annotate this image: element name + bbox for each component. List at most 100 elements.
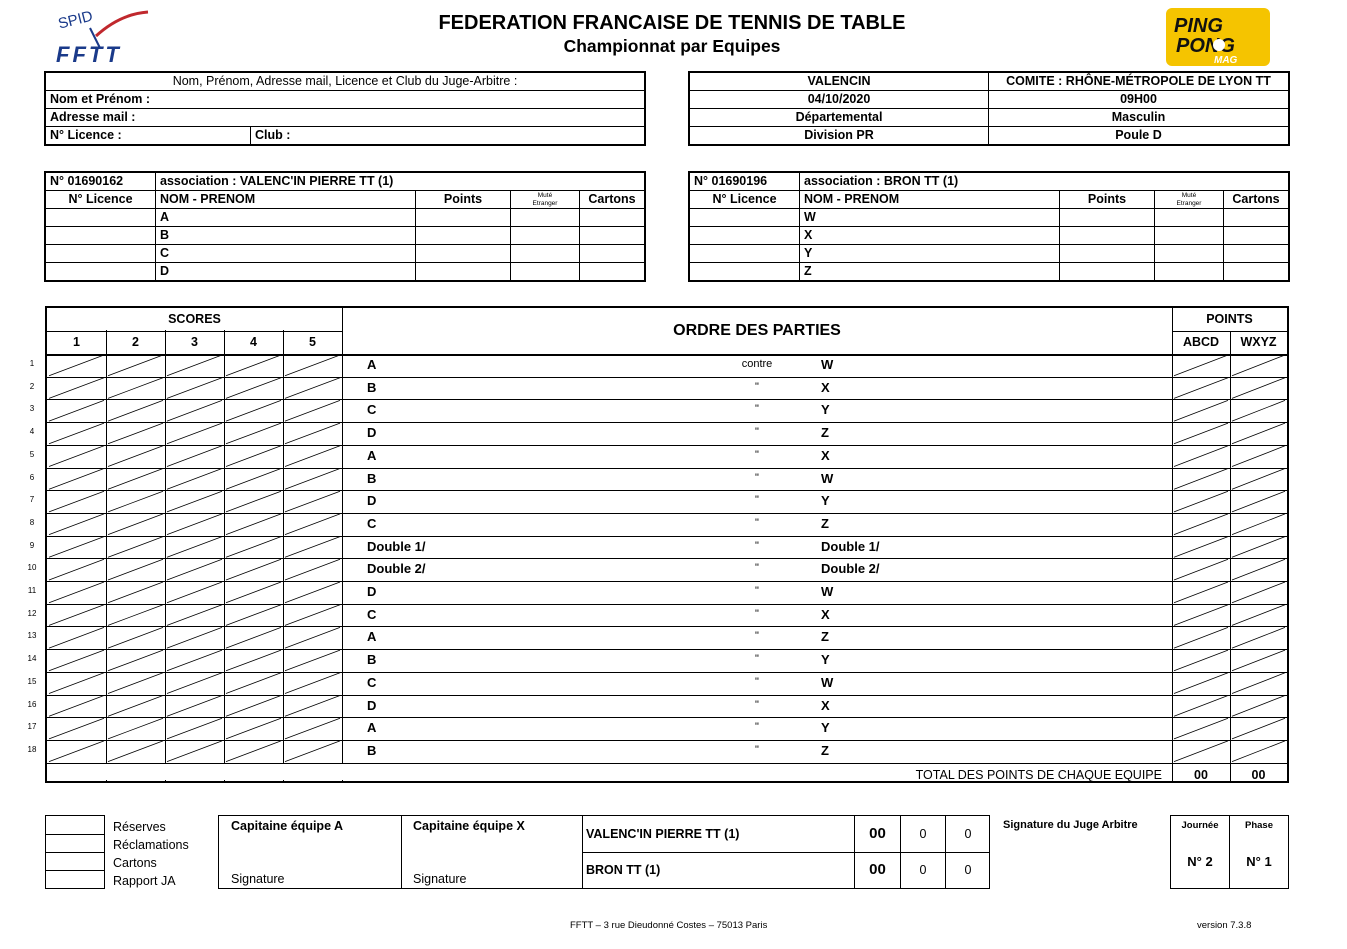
match-home-player: D [367, 425, 377, 441]
score-diagonal [1173, 513, 1229, 535]
captain-x-signature: Signature [413, 872, 467, 886]
score-diagonal [284, 422, 341, 445]
score-diagonal [284, 354, 341, 377]
score-diagonal [48, 717, 105, 740]
score-diagonal [1173, 490, 1229, 513]
match-home-player: C [367, 515, 377, 531]
score-diagonal [48, 468, 105, 490]
score-diagonals [48, 354, 1286, 762]
score-diagonal [1231, 740, 1286, 762]
score-diagonal [166, 513, 223, 535]
score-diagonal [225, 354, 282, 377]
match-number: 14 [27, 654, 37, 664]
team-x-col-points: Points [1059, 190, 1155, 209]
score-diagonal [1231, 627, 1286, 649]
referee-club-label: Club : [250, 126, 645, 145]
result-a-v2: 0 [964, 827, 972, 841]
score-diagonal [166, 649, 223, 672]
match-row-line [47, 603, 1287, 605]
score-diagonal [107, 445, 164, 467]
match-pool: Poule D [988, 126, 1289, 145]
score-diagonal [166, 604, 223, 626]
match-row-line [47, 626, 1287, 628]
match-number: 15 [27, 676, 37, 686]
match-number: 6 [29, 472, 35, 482]
team-x-table: N° 01690196 association : BRON TT (1) N°… [688, 171, 1290, 282]
match-committee: COMITE : RHÔNE-MÉTROPOLE DE LYON TT [988, 72, 1289, 91]
match-row-line [47, 717, 1287, 719]
match-away-player: Y [821, 720, 830, 736]
match-away-player: Double 2/ [821, 561, 880, 577]
score-diagonal [1173, 558, 1229, 581]
team-x-row: W [689, 208, 1289, 227]
match-away-player: Z [821, 425, 829, 441]
score-diagonal [48, 377, 105, 399]
team-x-player: Y [799, 244, 1060, 263]
score-diagonal [284, 717, 341, 740]
match-row-line [47, 649, 1287, 651]
match-number: 18 [27, 744, 37, 754]
score-diagonal [1173, 536, 1229, 558]
score-diagonal [225, 513, 282, 535]
match-away-player: X [821, 447, 830, 463]
match-away-player: Z [821, 515, 829, 531]
match-number: 10 [27, 563, 37, 573]
team-a-player: C [155, 244, 416, 263]
match-versus: " [755, 471, 759, 484]
match-division: Division PR [689, 126, 989, 145]
points-heading: POINTS [1206, 312, 1253, 326]
team-x-col-cards: Cartons [1223, 190, 1289, 209]
team-x-player: X [799, 226, 1060, 245]
cartons-label: Cartons [113, 856, 157, 870]
team-x-number: N° 01690196 [689, 172, 800, 191]
team-a-player: A [155, 208, 416, 227]
score-diagonal [107, 627, 164, 649]
score-diagonal [48, 581, 105, 604]
score-diagonal [1231, 490, 1286, 513]
score-diagonal [225, 604, 282, 626]
match-row-line [47, 422, 1287, 424]
match-home-player: A [367, 357, 377, 372]
journee-label: Journée [1181, 820, 1219, 831]
result-score-a: 00 [869, 825, 886, 842]
match-row-line [47, 739, 1287, 741]
score-diagonal [1173, 740, 1229, 762]
team-x-col-mute: Muté Etranger [1154, 190, 1224, 209]
score-diagonal [107, 468, 164, 490]
score-diagonal [1173, 717, 1229, 740]
match-away-player: W [821, 470, 834, 486]
match-versus: " [755, 675, 759, 688]
team-a-col-cards: Cartons [579, 190, 645, 209]
match-versus: contre [741, 358, 773, 370]
team-x-player: Z [799, 262, 1060, 281]
match-home-player: A [367, 447, 377, 463]
score-diagonal [1231, 422, 1286, 445]
score-diagonal [48, 604, 105, 626]
team-x-col-name: NOM - PRENOM [799, 190, 1060, 209]
score-diagonal [284, 604, 341, 626]
score-diagonal [166, 627, 223, 649]
total-wxyz: 00 [1251, 767, 1266, 782]
match-row-line [47, 581, 1287, 582]
match-number: 13 [27, 631, 37, 641]
team-a-row: A [45, 208, 645, 227]
score-diagonal [225, 695, 282, 717]
score-diagonal [48, 627, 105, 649]
score-diagonal [166, 581, 223, 604]
score-diagonal [48, 513, 105, 535]
team-a-player: D [155, 262, 416, 281]
score-diagonal [284, 649, 341, 672]
score-diagonal [225, 422, 282, 445]
match-row-line [47, 512, 1287, 514]
score-diagonal [225, 581, 282, 604]
match-versus: " [755, 607, 759, 620]
score-diagonal [48, 672, 105, 694]
score-diagonal [1173, 422, 1229, 445]
score-diagonal [1231, 468, 1286, 490]
score-diagonal [1231, 604, 1286, 626]
match-gender: Masculin [988, 108, 1289, 127]
score-diagonal [166, 354, 223, 377]
referee-signature-label: Signature du Juge Arbitre [1003, 819, 1138, 831]
reclamations-label: Réclamations [113, 838, 189, 852]
score-diagonal [1231, 558, 1286, 581]
